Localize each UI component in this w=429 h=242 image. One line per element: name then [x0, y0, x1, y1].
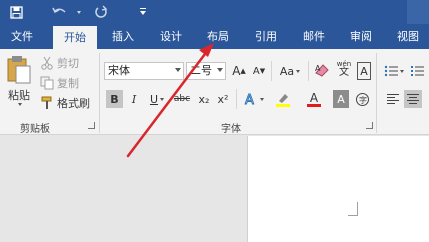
paste-button[interactable]: 粘贴 [4, 55, 34, 115]
window-control[interactable] [407, 0, 429, 24]
undo-icon[interactable] [48, 0, 72, 24]
svg-text:字: 字 [359, 95, 367, 105]
group-divider [376, 53, 377, 133]
enclose-characters-button[interactable]: 字 [353, 90, 371, 108]
font-color-swatch [307, 103, 321, 107]
document-area [0, 136, 429, 242]
underline-button[interactable]: U [146, 90, 168, 108]
character-border-button[interactable]: A [357, 62, 371, 80]
paste-dropdown-icon[interactable] [18, 103, 22, 106]
font-name-combo[interactable]: 宋体 [104, 62, 184, 80]
strikethrough-button[interactable]: abc [172, 90, 192, 108]
highlight-button[interactable] [270, 90, 296, 108]
shrink-font-button[interactable]: A ▼ [251, 62, 267, 80]
text-effects-icon: A [245, 93, 255, 107]
tab-home[interactable]: 开始 [53, 26, 97, 49]
save-icon[interactable] [6, 0, 26, 24]
change-case-button[interactable]: Aa [276, 62, 304, 80]
grow-font-button[interactable]: A ▲ [231, 62, 247, 80]
tab-layout[interactable]: 布局 [199, 24, 237, 49]
tab-insert[interactable]: 插入 [104, 24, 142, 49]
superscript-button[interactable]: x² [215, 90, 231, 108]
tab-file[interactable]: 文件 [4, 24, 40, 49]
clear-formatting-button[interactable]: A [313, 61, 331, 79]
text-effects-button[interactable]: A [242, 90, 266, 108]
eraser-icon: A [315, 64, 329, 77]
format-painter-icon [41, 96, 52, 109]
title-bar [0, 0, 429, 24]
font-group-label: 字体 [221, 124, 241, 135]
document-page[interactable] [247, 136, 429, 242]
copy-icon [40, 76, 54, 90]
numbered-list-icon [411, 66, 424, 76]
align-left-button[interactable] [385, 90, 401, 108]
numbering-button[interactable] [410, 62, 426, 80]
align-center-icon [406, 94, 419, 104]
margin-corner-mark [348, 202, 358, 216]
character-shading-button[interactable]: A [333, 90, 349, 108]
bullet-list-icon [384, 65, 398, 77]
font-color-button[interactable]: A [302, 90, 326, 108]
highlighter-icon [279, 93, 288, 103]
divider [236, 89, 237, 109]
customize-qat-icon[interactable] [136, 0, 150, 24]
bold-button[interactable]: B [106, 90, 123, 108]
align-center-button[interactable] [404, 90, 422, 108]
font-name-dropdown-icon[interactable] [175, 68, 181, 72]
format-painter-button[interactable]: 格式刷 [40, 94, 90, 112]
undo-dropdown-icon[interactable] [74, 0, 82, 24]
tab-references[interactable]: 引用 [247, 24, 285, 49]
font-size-dropdown-icon[interactable] [217, 68, 223, 72]
tab-design[interactable]: 设计 [152, 24, 190, 49]
ribbon-tabs: 文件 开始 插入 设计 布局 引用 邮件 审阅 视图 [0, 24, 429, 49]
group-divider [99, 53, 100, 133]
clipboard-launcher-icon[interactable] [88, 122, 95, 129]
bullets-button[interactable] [383, 62, 405, 80]
divider [308, 61, 309, 81]
tab-mailings[interactable]: 邮件 [295, 24, 333, 49]
phonetic-guide-button[interactable]: wén 文 [333, 60, 355, 78]
svg-text:A: A [245, 93, 254, 106]
tab-review[interactable]: 审阅 [342, 24, 380, 49]
highlight-color-swatch [276, 103, 290, 107]
ribbon-home: 粘贴 剪切 复制 格式刷 剪贴板 宋体 二号 A ▲ A ▼ Aa A wén 文 [0, 49, 429, 135]
font-launcher-icon[interactable] [366, 122, 373, 129]
divider [271, 61, 272, 81]
subscript-button[interactable]: x₂ [196, 90, 212, 108]
align-left-icon [386, 94, 399, 104]
enclose-icon: 字 [355, 92, 369, 106]
scissors-icon [41, 56, 53, 70]
font-size-combo[interactable]: 二号 [186, 62, 226, 80]
tab-view[interactable]: 视图 [389, 24, 427, 49]
paste-icon [7, 56, 31, 84]
paste-label: 粘贴 [8, 89, 30, 102]
svg-text:A: A [315, 64, 321, 73]
clipboard-group-label: 剪贴板 [20, 124, 50, 135]
cut-button[interactable]: 剪切 [40, 54, 79, 72]
copy-button[interactable]: 复制 [40, 74, 79, 92]
redo-icon[interactable] [90, 0, 112, 24]
italic-button[interactable]: I [127, 90, 141, 108]
